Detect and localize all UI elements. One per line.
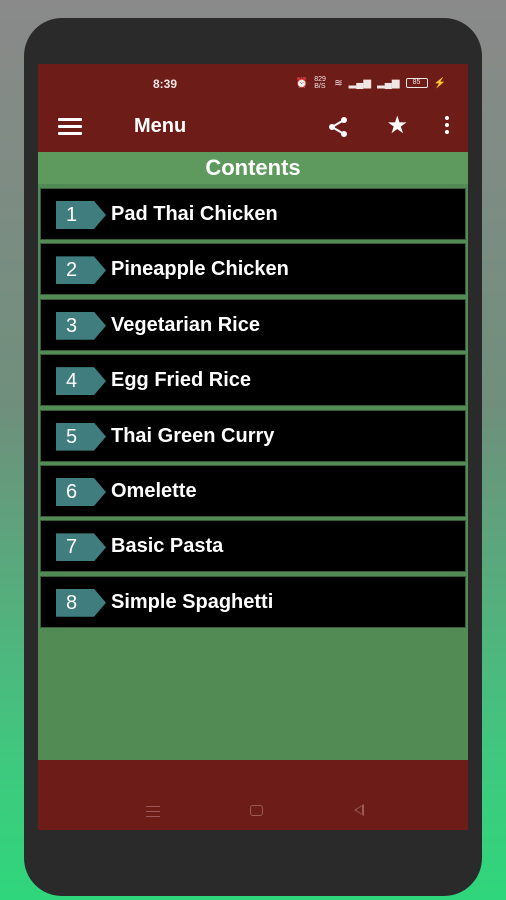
- app-screen: 8:39 ⏰ 829 B/S ≋ ▂▄▆ ▂▄▆ 85 ⚡ Menu ★ Con…: [38, 64, 468, 830]
- signal-icon: ▂▄▆: [348, 77, 372, 89]
- home-icon[interactable]: [250, 805, 263, 816]
- signal-icon-2: ▂▄▆: [377, 77, 400, 89]
- recents-icon[interactable]: [146, 806, 160, 821]
- contents-heading: Contents: [38, 152, 468, 184]
- app-title: Menu: [134, 115, 187, 137]
- status-bar: 8:39 ⏰ 829 B/S ≋ ▂▄▆ ▂▄▆ 85 ⚡: [38, 64, 468, 104]
- item-title: Omelette: [111, 479, 197, 502]
- list-item[interactable]: 2 Pineapple Chicken: [40, 243, 466, 296]
- item-title: Pineapple Chicken: [111, 258, 289, 281]
- net-speed: 829 B/S: [314, 76, 326, 90]
- list-item[interactable]: 3 Vegetarian Rice: [40, 298, 466, 351]
- item-number-badge: 7: [56, 533, 106, 562]
- status-time: 8:39: [153, 77, 178, 91]
- list-item[interactable]: 5 Thai Green Curry: [40, 409, 466, 462]
- list-item[interactable]: 8 Simple Spaghetti: [40, 575, 466, 628]
- item-number-badge: 3: [56, 311, 106, 340]
- item-title: Egg Fried Rice: [111, 369, 252, 392]
- item-number-badge: 2: [56, 256, 106, 285]
- wifi-icon: ≋: [334, 77, 343, 89]
- list-item[interactable]: 7 Basic Pasta: [40, 520, 466, 573]
- item-title: Pad Thai Chicken: [111, 203, 278, 225]
- charging-icon: ⚡: [433, 77, 446, 89]
- more-vert-icon[interactable]: [444, 116, 450, 137]
- list-item[interactable]: 4 Egg Fried Rice: [40, 354, 466, 407]
- item-number-badge: 5: [56, 422, 106, 451]
- back-icon[interactable]: [354, 804, 364, 816]
- hamburger-icon[interactable]: [58, 118, 82, 138]
- contents-list: 1 Pad Thai Chicken 2 Pineapple Chicken 3…: [38, 184, 468, 628]
- item-number-badge: 8: [56, 588, 106, 617]
- item-number-badge: 4: [56, 367, 106, 396]
- alarm-icon: ⏰: [295, 77, 309, 89]
- status-icons: ⏰ 829 B/S ≋ ▂▄▆ ▂▄▆ 85 ⚡: [296, 76, 446, 90]
- star-icon[interactable]: ★: [386, 114, 408, 138]
- list-item[interactable]: 1 Pad Thai Chicken: [40, 188, 466, 240]
- item-title: Thai Green Curry: [111, 424, 275, 447]
- item-title: Basic Pasta: [111, 535, 224, 558]
- item-title: Simple Spaghetti: [111, 590, 274, 613]
- item-number-badge: 1: [56, 201, 106, 229]
- list-item[interactable]: 6 Omelette: [40, 464, 466, 517]
- item-title: Vegetarian Rice: [111, 313, 260, 336]
- system-nav-bar: [38, 760, 468, 830]
- battery-icon: 85: [405, 78, 428, 88]
- app-bar: Menu ★: [38, 104, 468, 152]
- item-number-badge: 6: [56, 477, 106, 506]
- share-icon[interactable]: [326, 115, 350, 139]
